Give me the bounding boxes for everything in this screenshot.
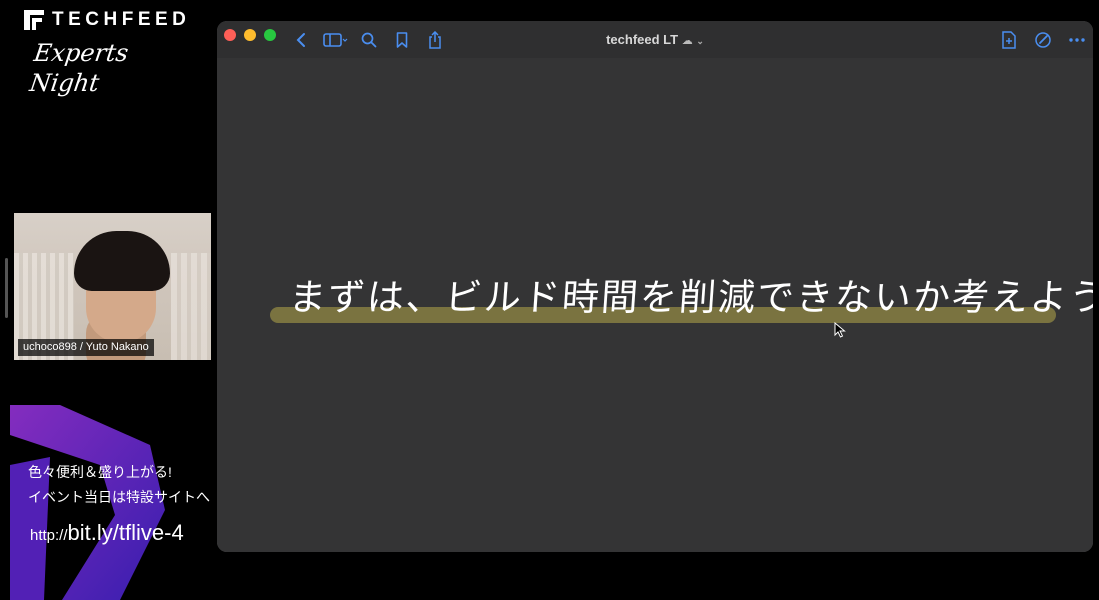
techfeed-brand: TECHFEED Experts Night: [22, 6, 192, 97]
webcam-feed: uchoco898 / Yuto Nakano: [14, 213, 211, 360]
new-note-icon[interactable]: [1001, 30, 1017, 50]
promo-url-prefix: http://: [30, 527, 68, 544]
promo-line-1: 色々便利＆盛り上がる!: [28, 464, 172, 480]
promo-url[interactable]: http://bit.ly/tflive-4: [30, 520, 184, 549]
background-shelf: [171, 253, 211, 360]
promo-banner: 色々便利＆盛り上がる! イベント当日は特設サイトへ http://bit.ly/…: [0, 405, 216, 600]
cloud-sync-icon: ☁: [681, 35, 693, 47]
mouse-cursor-icon: [834, 322, 846, 338]
speaker-hair: [74, 231, 170, 291]
window-title[interactable]: techfeed LT ☁ ⌄: [217, 32, 1093, 49]
note-canvas[interactable]: まずは、ビルド時間を削減できないか考えよう。: [217, 58, 1093, 552]
handwritten-note: まずは、ビルド時間を削減できないか考えよう。: [287, 276, 1093, 319]
compose-icon[interactable]: [1034, 30, 1052, 50]
scroll-indicator: [5, 258, 8, 318]
promo-url-main: bit.ly/tflive-4: [67, 520, 184, 545]
promo-line-2: イベント当日は特設サイトへ: [28, 489, 210, 505]
window-title-text: techfeed LT: [606, 32, 679, 47]
chevron-down-icon: ⌄: [696, 36, 704, 46]
notes-app-window: techfeed LT ☁ ⌄ まずは、ビルド時間を削減できないか考えよう。: [217, 21, 1093, 552]
brand-subtitle: Experts Night: [27, 39, 131, 97]
brand-wordmark: TECHFEED: [52, 9, 191, 30]
more-icon[interactable]: [1068, 30, 1086, 50]
window-titlebar: techfeed LT ☁ ⌄: [217, 21, 1093, 58]
techfeed-logo-icon: [24, 10, 44, 30]
webcam-name-label: uchoco898 / Yuto Nakano: [18, 339, 154, 356]
